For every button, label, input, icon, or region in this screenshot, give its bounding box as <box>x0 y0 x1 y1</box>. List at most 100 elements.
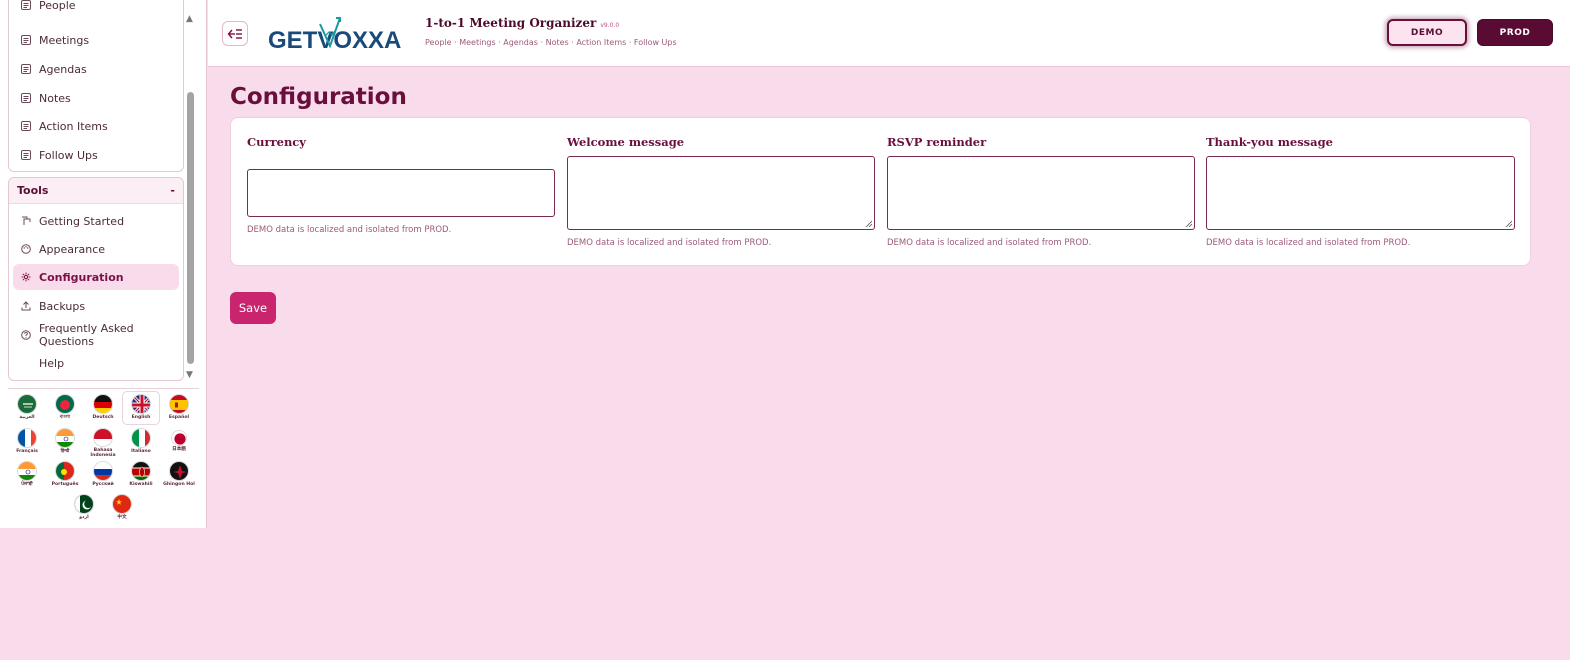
language-french[interactable]: Français <box>9 426 45 458</box>
configuration-card: Currency DEMO data is localized and isol… <box>230 117 1531 266</box>
language-ghingon-hol[interactable]: Ghingon Hol <box>161 459 197 491</box>
language-arabic[interactable]: العربية <box>9 392 45 424</box>
question-icon <box>21 330 31 340</box>
palette-icon <box>21 244 31 254</box>
language-german[interactable]: Deutsch <box>85 392 121 424</box>
kenya-flag-icon <box>131 461 151 481</box>
indonesia-flag-icon <box>93 428 113 447</box>
language-urdu[interactable]: اردو <box>66 492 102 524</box>
rsvp-reminder-label: RSVP reminder <box>887 135 987 149</box>
resize-handle-icon[interactable] <box>1185 220 1192 227</box>
sidebar-item-label: People <box>39 0 76 12</box>
portugal-flag-icon <box>55 461 75 481</box>
pakistan-flag-icon <box>74 494 94 514</box>
rsvp-reminder-textarea[interactable] <box>887 156 1195 230</box>
sidebar-item-getting-started[interactable]: Getting Started <box>13 208 179 234</box>
resize-handle-icon[interactable] <box>1505 220 1512 227</box>
app-header: GETVOXXA 1-to-1 Meeting Organizer v9.0.0 … <box>208 0 1570 67</box>
welcome-message-textarea[interactable] <box>567 156 875 230</box>
sidebar-item-configuration[interactable]: Configuration <box>13 264 179 290</box>
language-bengali[interactable]: বাংলা <box>47 392 83 424</box>
collapse-icon[interactable]: - <box>170 184 175 197</box>
bangladesh-flag-icon <box>55 394 75 414</box>
document-icon <box>21 0 31 10</box>
sidebar-item-label: Meetings <box>39 33 90 47</box>
sidebar-item-action-items[interactable]: Action Items <box>13 113 179 139</box>
italy-flag-icon <box>131 428 151 448</box>
france-flag-icon <box>17 428 37 448</box>
save-button[interactable]: Save <box>230 292 276 324</box>
gear-icon <box>21 272 31 282</box>
sidebar-item-people[interactable]: People <box>13 0 179 18</box>
language-swahili[interactable]: Kiswahili <box>123 459 159 491</box>
sidebar-item-meetings[interactable]: Meetings <box>13 27 179 53</box>
sidebar-item-label: Appearance <box>39 242 106 256</box>
sidebar-item-label: Backups <box>39 299 86 313</box>
language-spanish[interactable]: Español <box>161 392 197 424</box>
thank-you-message-textarea[interactable] <box>1206 156 1515 230</box>
sidebar-item-label: Help <box>39 356 65 370</box>
main-nav: People Meetings Agendas Notes Action Ite… <box>8 0 184 172</box>
currency-hint: DEMO data is localized and isolated from… <box>247 225 452 235</box>
collapse-sidebar-icon <box>227 28 242 39</box>
rsvp-reminder-hint: DEMO data is localized and isolated from… <box>887 238 1092 248</box>
document-icon <box>21 64 31 74</box>
currency-label: Currency <box>247 135 306 149</box>
sidebar-item-label: Configuration <box>39 270 124 284</box>
getting-started-icon <box>21 216 31 226</box>
language-english[interactable]: English <box>123 392 159 424</box>
sidebar-item-follow-ups[interactable]: Follow Ups <box>13 142 179 168</box>
document-icon <box>21 150 31 160</box>
sidebar-item-label: Frequently Asked Questions <box>39 322 134 348</box>
thank-you-message-hint: DEMO data is localized and isolated from… <box>1206 238 1411 248</box>
klingon-emblem-icon <box>169 461 189 481</box>
page-title: Configuration <box>230 84 407 110</box>
sidebar-item-help[interactable]: Help <box>13 350 179 376</box>
sidebar-item-label: Agendas <box>39 62 87 76</box>
resize-handle-icon[interactable] <box>865 220 872 227</box>
currency-input[interactable] <box>247 169 555 217</box>
scroll-down-icon[interactable]: ▼ <box>186 370 193 380</box>
sidebar-item-appearance[interactable]: Appearance <box>13 236 179 262</box>
tools-section-header[interactable]: Tools - <box>9 178 183 204</box>
language-japanese[interactable]: 日本語 <box>161 426 197 458</box>
uk-flag-icon <box>131 394 151 414</box>
russia-flag-icon <box>93 461 113 481</box>
saudi-flag-icon <box>17 394 37 414</box>
language-chinese[interactable]: 中文 <box>104 492 140 524</box>
language-hindi[interactable]: हिन्दी <box>47 426 83 458</box>
sidebar-item-backups[interactable]: Backups <box>13 293 179 319</box>
tools-header-label: Tools <box>17 184 49 197</box>
document-icon <box>21 93 31 103</box>
sidebar-item-faq[interactable]: Frequently Asked Questions <box>13 322 179 348</box>
sidebar-toggle-button[interactable] <box>222 21 248 46</box>
document-icon <box>21 35 31 45</box>
scroll-up-icon[interactable]: ▲ <box>186 14 193 24</box>
sidebar-item-notes[interactable]: Notes <box>13 85 179 111</box>
upload-icon <box>21 301 31 311</box>
india-flag-icon <box>17 461 37 481</box>
getvoxxa-logo[interactable]: GETVOXXA <box>268 14 413 54</box>
version-badge: v9.0.0 <box>600 22 620 29</box>
prod-button[interactable]: PROD <box>1477 19 1553 46</box>
language-portuguese[interactable]: Português <box>47 459 83 491</box>
language-italian[interactable]: Italiano <box>123 426 159 458</box>
japan-flag-icon <box>171 430 187 446</box>
sidebar-item-label: Follow Ups <box>39 148 98 162</box>
germany-flag-icon <box>93 394 113 414</box>
welcome-message-label: Welcome message <box>567 135 685 149</box>
app-title: 1-to-1 Meeting Organizer v9.0.0 <box>425 16 620 30</box>
sidebar-scrollbar[interactable]: ▲ ▼ <box>186 14 196 380</box>
language-russian[interactable]: Русский <box>85 459 121 491</box>
china-flag-icon <box>112 494 132 514</box>
sidebar: People Meetings Agendas Notes Action Ite… <box>0 0 207 528</box>
sidebar-item-agendas[interactable]: Agendas <box>13 56 179 82</box>
language-indonesian[interactable]: Bahasa Indonesia <box>85 426 121 458</box>
welcome-message-hint: DEMO data is localized and isolated from… <box>567 238 772 248</box>
demo-button[interactable]: DEMO <box>1387 19 1467 46</box>
language-punjabi[interactable]: ਪੰਜਾਬੀ <box>9 459 45 491</box>
scrollbar-thumb[interactable] <box>187 92 194 364</box>
sidebar-item-label: Notes <box>39 91 71 105</box>
sidebar-item-label: Action Items <box>39 119 108 133</box>
thank-you-message-label: Thank-you message <box>1206 135 1333 149</box>
